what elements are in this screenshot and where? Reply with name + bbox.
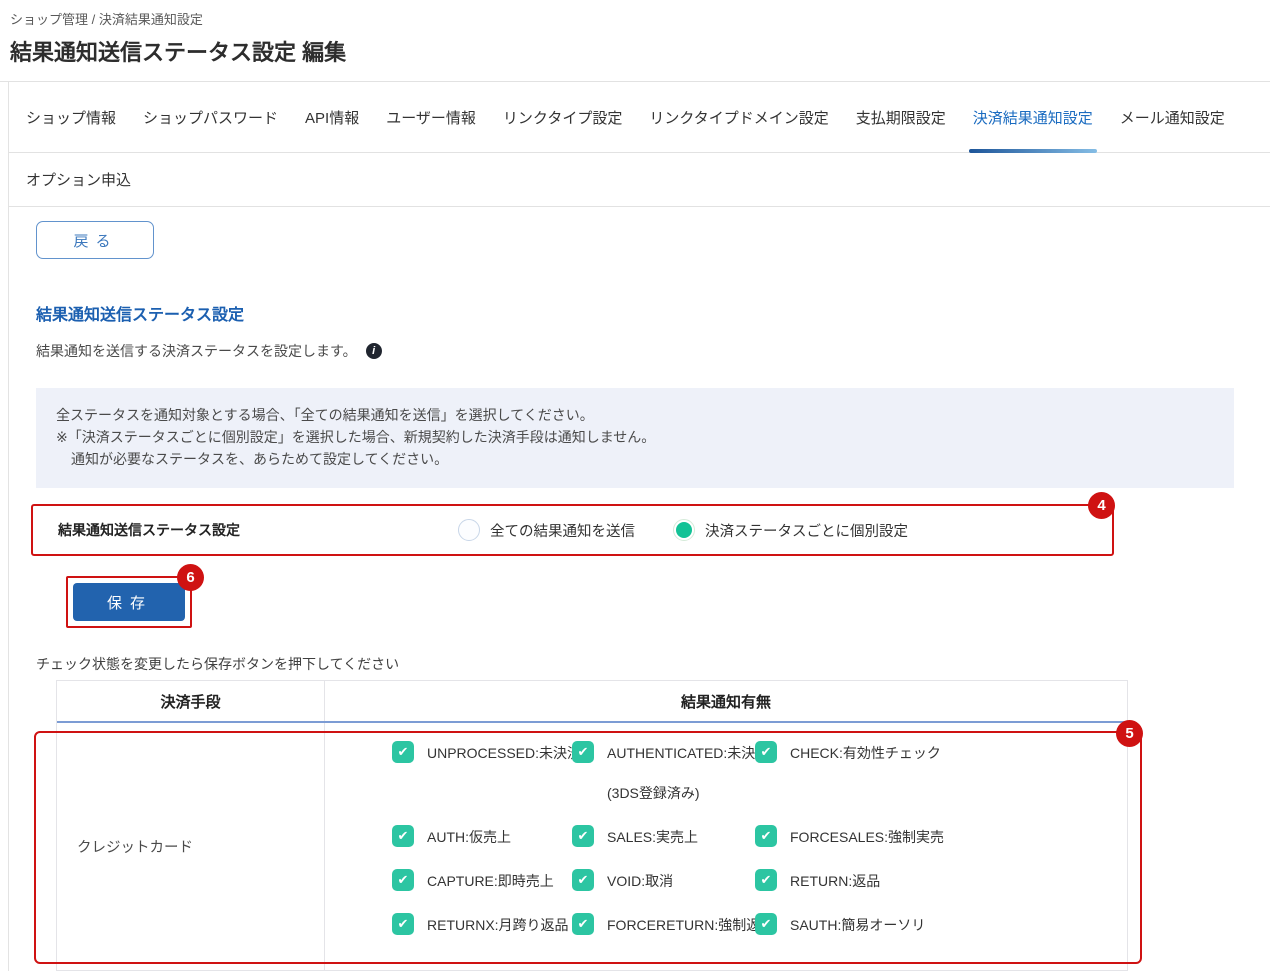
check-label: RETURNX:月跨り返品 — [427, 913, 569, 935]
checkbox-checked-icon[interactable]: ✔ — [572, 741, 594, 763]
tab-payment-deadline-settings[interactable]: 支払期限設定 — [856, 82, 946, 152]
table-caption: チェック状態を変更したら保存ボタンを押下してください — [36, 654, 1270, 674]
status-radio-group: 全ての結果通知を送信 決済ステータスごとに個別設定 — [458, 519, 908, 541]
main-panel: 戻る 結果通知送信ステータス設定 結果通知を送信する決済ステータスを設定します。… — [9, 221, 1270, 971]
checkbox-checked-icon[interactable]: ✔ — [392, 741, 414, 763]
checkbox-checked-icon[interactable]: ✔ — [572, 825, 594, 847]
section-description-text: 結果通知を送信する決済ステータスを設定します。 — [36, 341, 357, 361]
check-label: UNPROCESSED:未決済 — [427, 741, 581, 763]
notice-line-2: ※「決済ステータスごとに個別設定」を選択した場合、新規契約した決済手段は通知しま… — [56, 426, 1214, 448]
payment-method-cell: クレジットカード — [57, 723, 325, 970]
radio-individual-per-status[interactable]: 決済ステータスごとに個別設定 — [673, 519, 908, 541]
check-sauth[interactable]: ✔ SAUTH:簡易オーソリ — [755, 913, 1127, 935]
tab-shop-password[interactable]: ショップパスワード — [143, 82, 278, 152]
check-label: CHECK:有効性チェック — [790, 741, 941, 763]
annotation-badge-4: 4 — [1088, 492, 1115, 519]
tab-option-application[interactable]: オプション申込 — [26, 153, 131, 206]
check-return[interactable]: ✔ RETURN:返品 — [755, 869, 1127, 891]
checkbox-checked-icon[interactable]: ✔ — [572, 869, 594, 891]
table-header-row: 決済手段 結果通知有無 — [57, 681, 1127, 723]
status-checks-grid: ✔ UNPROCESSED:未決済 ✔ AUTHENTICATED:未決済 (3… — [392, 741, 1127, 935]
tab-linktype-domain-settings[interactable]: リンクタイプドメイン設定 — [649, 82, 828, 152]
info-circle-icon[interactable]: i — [366, 343, 382, 359]
checkbox-checked-icon[interactable]: ✔ — [392, 825, 414, 847]
tab-linktype-settings[interactable]: リンクタイプ設定 — [503, 82, 622, 152]
content-area: ショップ情報 ショップパスワード API情報 ユーザー情報 リンクタイプ設定 リ… — [8, 82, 1270, 971]
checkbox-checked-icon[interactable]: ✔ — [572, 913, 594, 935]
checkbox-checked-icon[interactable]: ✔ — [755, 825, 777, 847]
check-returnx[interactable]: ✔ RETURNX:月跨り返品 — [392, 913, 572, 935]
checkbox-checked-icon[interactable]: ✔ — [755, 869, 777, 891]
annotation-badge-6: 6 — [177, 564, 204, 591]
check-label-line1: AUTHENTICATED:未決済 — [607, 745, 769, 761]
check-sales[interactable]: ✔ SALES:実売上 — [572, 825, 755, 847]
radio-unselected-icon[interactable] — [458, 519, 480, 541]
tab-mail-notification-settings[interactable]: メール通知設定 — [1120, 82, 1225, 152]
check-forcesales[interactable]: ✔ FORCESALES:強制実売 — [755, 825, 1127, 847]
check-label: FORCERETURN:強制返品 — [607, 913, 774, 935]
status-setting-label: 結果通知送信ステータス設定 — [58, 520, 458, 540]
status-setting-row: 4 結果通知送信ステータス設定 全ての結果通知を送信 決済ステータスごとに個別設… — [31, 504, 1114, 556]
check-unprocessed[interactable]: ✔ UNPROCESSED:未決済 — [392, 741, 572, 803]
section-description: 結果通知を送信する決済ステータスを設定します。 i — [36, 341, 1270, 361]
check-label: AUTH:仮売上 — [427, 825, 511, 847]
tab-shop-info[interactable]: ショップ情報 — [26, 82, 116, 152]
tab-user-info[interactable]: ユーザー情報 — [386, 82, 476, 152]
checkbox-checked-icon[interactable]: ✔ — [392, 913, 414, 935]
section-heading: 結果通知送信ステータス設定 — [36, 301, 1270, 325]
notice-line-1: 全ステータスを通知対象とする場合、「全ての結果通知を送信」を選択してください。 — [56, 404, 1214, 426]
check-authenticated[interactable]: ✔ AUTHENTICATED:未決済 (3DS登録済み) — [572, 741, 755, 803]
notice-line-3: 通知が必要なステータスを、あらためて設定してください。 — [56, 448, 1214, 470]
tab-bar-secondary: オプション申込 — [9, 153, 1270, 207]
check-check[interactable]: ✔ CHECK:有効性チェック — [755, 741, 1127, 803]
save-button-annotation: 6 保存 — [66, 576, 192, 628]
table-row: 5 クレジットカード ✔ UNPROCESSED:未決済 ✔ AUTHENTIC… — [57, 723, 1127, 970]
breadcrumb: ショップ管理 / 決済結果通知設定 — [10, 9, 1270, 28]
checkbox-checked-icon[interactable]: ✔ — [755, 913, 777, 935]
check-auth[interactable]: ✔ AUTH:仮売上 — [392, 825, 572, 847]
tab-payment-result-notification-settings[interactable]: 決済結果通知設定 — [973, 82, 1093, 152]
check-forcereturn[interactable]: ✔ FORCERETURN:強制返品 — [572, 913, 755, 935]
check-capture[interactable]: ✔ CAPTURE:即時売上 — [392, 869, 572, 891]
header-payment-method: 決済手段 — [57, 681, 325, 721]
check-label: RETURN:返品 — [790, 869, 880, 891]
status-checks-cell: ✔ UNPROCESSED:未決済 ✔ AUTHENTICATED:未決済 (3… — [325, 723, 1127, 970]
notice-box: 全ステータスを通知対象とする場合、「全ての結果通知を送信」を選択してください。 … — [36, 388, 1234, 488]
tab-bar-primary: ショップ情報 ショップパスワード API情報 ユーザー情報 リンクタイプ設定 リ… — [9, 82, 1270, 153]
radio-selected-icon[interactable] — [673, 519, 695, 541]
check-label: SALES:実売上 — [607, 825, 698, 847]
save-button[interactable]: 保存 — [73, 583, 185, 621]
radio-send-all-notifications[interactable]: 全ての結果通知を送信 — [458, 519, 635, 541]
check-label: AUTHENTICATED:未決済 (3DS登録済み) — [607, 741, 769, 803]
checkbox-checked-icon[interactable]: ✔ — [755, 741, 777, 763]
check-label: SAUTH:簡易オーソリ — [790, 913, 925, 935]
radio-send-all-label: 全ての結果通知を送信 — [490, 520, 635, 541]
check-label: FORCESALES:強制実売 — [790, 825, 944, 847]
page-header: ショップ管理 / 決済結果通知設定 結果通知送信ステータス設定 編集 — [0, 0, 1270, 82]
radio-individual-label: 決済ステータスごとに個別設定 — [705, 520, 908, 541]
header-notification-enabled: 結果通知有無 — [325, 681, 1127, 721]
notification-table: 決済手段 結果通知有無 5 クレジットカード ✔ UNPROCESSED:未決済 — [56, 680, 1128, 971]
checkbox-checked-icon[interactable]: ✔ — [392, 869, 414, 891]
check-label: CAPTURE:即時売上 — [427, 869, 554, 891]
check-label-line2: (3DS登録済み) — [607, 783, 769, 803]
back-button[interactable]: 戻る — [36, 221, 154, 259]
tab-api-info[interactable]: API情報 — [305, 82, 359, 152]
check-void[interactable]: ✔ VOID:取消 — [572, 869, 755, 891]
page-title: 結果通知送信ステータス設定 編集 — [10, 35, 1270, 67]
check-label: VOID:取消 — [607, 869, 673, 891]
